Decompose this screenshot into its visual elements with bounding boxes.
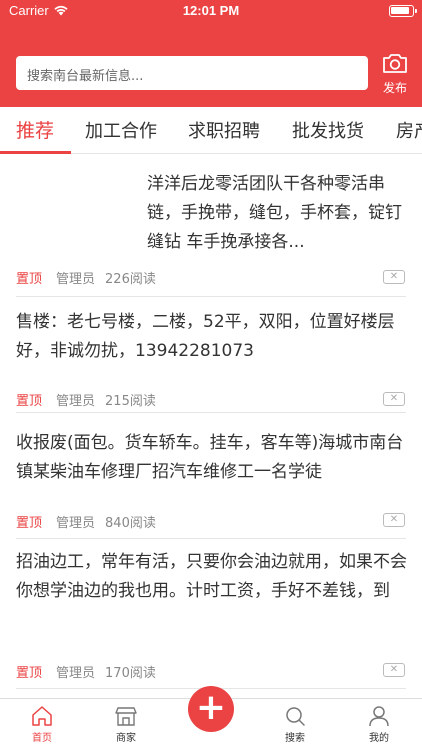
list-item[interactable]: 招油边工，常年有活，只要你会油边就用，如果不会你想学油边的我也用。计时工资，手好… — [0, 539, 422, 689]
list-item[interactable]: 售楼：老七号楼，二楼，52平，双阳，位置好楼层好，非诚勿扰，1394228107… — [0, 297, 422, 413]
home-icon — [32, 706, 52, 726]
post-meta: 置顶 管理员 226阅读 — [16, 268, 156, 287]
tabbar-label: 我的 — [369, 733, 389, 744]
category-tabs: 推荐 加工合作 求职招聘 批发找货 房产 — [0, 107, 422, 154]
post-title: 洋洋后龙零活团队干各种零活串链，手挽带，缝包，手杯套，锭钉 缝钻 车手挽承接各.… — [147, 174, 402, 252]
publish-label: 发布 — [382, 81, 407, 95]
list-item[interactable]: 洋洋后龙零活团队干各种零活串链，手挽带，缝包，手杯套，锭钉 缝钻 车手挽承接各.… — [0, 154, 422, 297]
search-placeholder: 搜索南台最新信息... — [27, 69, 144, 84]
read-count: 840阅读 — [105, 516, 156, 531]
post-author: 管理员 — [56, 516, 96, 531]
search-input[interactable]: 搜索南台最新信息... — [16, 56, 368, 90]
battery-icon — [389, 5, 417, 17]
shop-icon — [115, 707, 137, 726]
post-meta: 置顶 管理员 840阅读 — [16, 512, 156, 531]
dismiss-button[interactable]: ✕ — [383, 392, 405, 406]
post-title: 收报废(面包。货车轿车。挂车，客车等)海城市南台镇某柴油车修理厂招汽车维修工一名… — [16, 433, 404, 482]
dismiss-button[interactable]: ✕ — [383, 513, 405, 527]
dismiss-button[interactable]: ✕ — [383, 270, 405, 284]
post-meta: 置顶 管理员 215阅读 — [16, 390, 156, 409]
status-bar: Carrier 12:01 PM — [0, 0, 422, 22]
read-count: 170阅读 — [105, 666, 156, 681]
read-count: 215阅读 — [105, 394, 156, 409]
app-header: Carrier 12:01 PM 搜索南台最新信息... 发布 — [0, 0, 422, 107]
tabbar-shop[interactable]: 商家 — [101, 705, 151, 744]
post-author: 管理员 — [56, 272, 96, 287]
pinned-badge: 置顶 — [16, 272, 43, 287]
pinned-badge: 置顶 — [16, 666, 43, 681]
tabbar-home[interactable]: 首页 — [17, 705, 67, 744]
tabbar-profile[interactable]: 我的 — [354, 705, 404, 744]
tab-jobs[interactable]: 求职招聘 — [188, 117, 260, 143]
tabbar-label: 搜索 — [285, 733, 305, 744]
pinned-badge: 置顶 — [16, 516, 43, 531]
post-title: 招油边工，常年有活，只要你会油边就用，如果不会你想学油边的我也用。计时工资，手好… — [16, 552, 407, 601]
camera-icon — [383, 54, 407, 73]
dismiss-button[interactable]: ✕ — [383, 663, 405, 677]
tab-processing[interactable]: 加工合作 — [85, 117, 157, 143]
post-meta: 置顶 管理员 170阅读 — [16, 662, 156, 681]
publish-button[interactable]: 发布 — [378, 52, 412, 98]
tab-recommend[interactable]: 推荐 — [16, 116, 54, 143]
tabbar-label: 商家 — [116, 733, 136, 744]
search-icon — [286, 707, 305, 726]
pinned-badge: 置顶 — [16, 394, 43, 409]
add-post-button[interactable]: + — [188, 686, 234, 732]
post-title: 售楼：老七号楼，二楼，52平，双阳，位置好楼层好，非诚勿扰，1394228107… — [16, 312, 395, 361]
user-icon — [369, 706, 389, 727]
tabbar-label: 首页 — [32, 733, 52, 744]
tab-wholesale[interactable]: 批发找货 — [292, 117, 364, 143]
list-item[interactable]: 收报废(面包。货车轿车。挂车，客车等)海城市南台镇某柴油车修理厂招汽车维修工一名… — [0, 413, 422, 539]
read-count: 226阅读 — [105, 272, 156, 287]
tab-realestate[interactable]: 房产 — [396, 117, 422, 143]
post-author: 管理员 — [56, 666, 96, 681]
clock: 12:01 PM — [182, 3, 240, 18]
post-author: 管理员 — [56, 394, 96, 409]
tabbar-search[interactable]: 搜索 — [270, 705, 320, 744]
